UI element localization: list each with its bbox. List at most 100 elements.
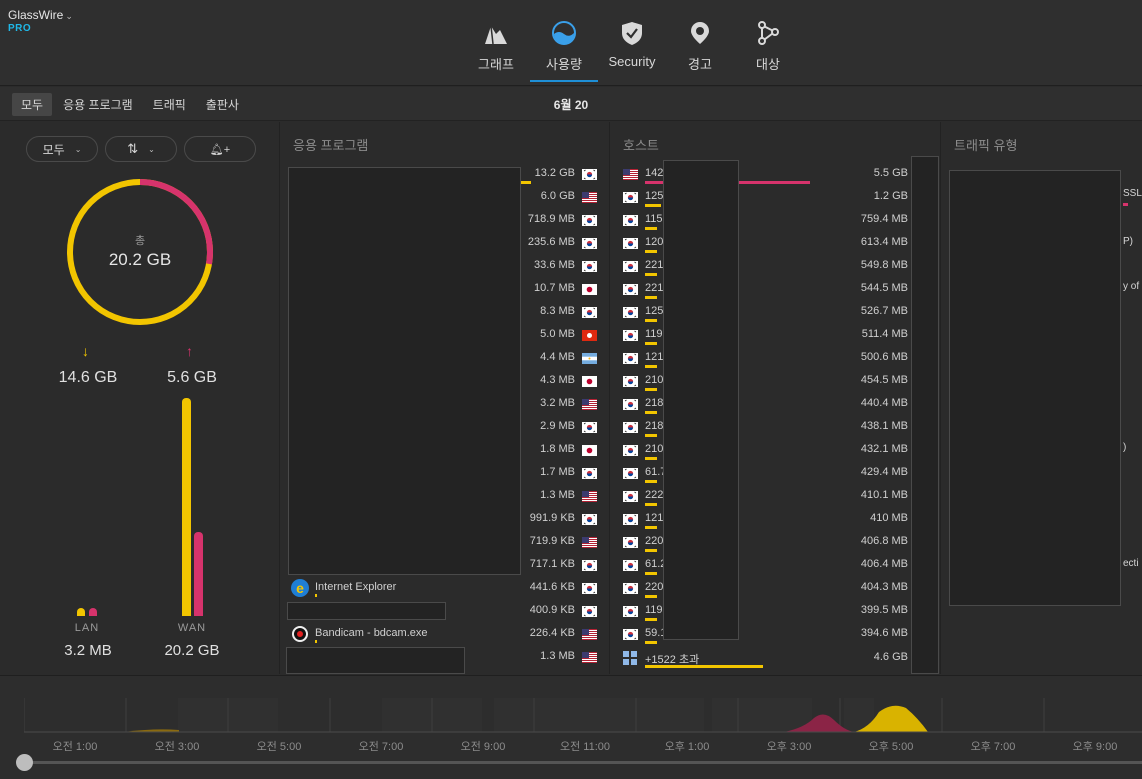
traffic-label-fragment: ecti [1123, 558, 1139, 569]
app-row[interactable]: 10.7 MB [511, 279, 601, 302]
host-address: 121 [645, 351, 664, 363]
app-row[interactable]: 2.9 MB [511, 417, 601, 440]
usage-bar [1123, 203, 1128, 206]
host-address: 119 [645, 328, 663, 340]
host-size: 759.4 MB [860, 213, 908, 225]
tab-graph[interactable]: 그래프 [462, 0, 530, 82]
timeline-tick-label: 오전 7:00 [358, 741, 404, 753]
app-row[interactable]: 4.3 MB [511, 371, 601, 394]
usage-bar [645, 319, 657, 322]
filter-publisher[interactable]: 출판사 [197, 93, 248, 116]
app-row-bandicam[interactable]: Bandicam - bdcam.exe [291, 625, 521, 648]
app-row[interactable]: 719.9 KB [511, 532, 601, 555]
more-hosts-size: 4.6 GB [873, 651, 908, 663]
usage-bar [645, 572, 657, 575]
app-row-internet-explorer[interactable]: e Internet Explorer [291, 579, 521, 602]
brand[interactable]: GlassWire ⌄ PRO [8, 8, 73, 34]
tab-usage[interactable]: 사용량 [530, 0, 598, 82]
app-row[interactable]: 3.2 MB [511, 394, 601, 417]
tab-alerts[interactable]: 경고 [666, 0, 734, 82]
app-size: 719.9 KB [529, 535, 575, 547]
app-size: 1.8 MB [540, 443, 575, 455]
app-row[interactable]: 8.3 MB [511, 302, 601, 325]
flag-us-icon [582, 192, 597, 203]
flag-kr-icon [582, 468, 597, 479]
pro-badge: PRO [8, 23, 32, 34]
usage-bar [645, 595, 657, 598]
usage-bar [645, 388, 657, 391]
app-size: 4.4 MB [540, 351, 575, 363]
host-size: 5.5 GB [873, 167, 908, 179]
app-row[interactable]: 718.9 MB [511, 210, 601, 233]
host-size: 410 MB [870, 512, 908, 524]
apps-panel: 응용 프로그램 13.2 GB 6.0 GB 718.9 MB 235.6 MB 33.… [281, 122, 610, 674]
filter-traffic[interactable]: 트래픽 [144, 93, 195, 116]
app-row[interactable]: 1.8 MB [511, 440, 601, 463]
filter-apps[interactable]: 응용 프로그램 [54, 93, 142, 116]
tab-label: 경고 [688, 57, 712, 72]
app-name: GlassWire [8, 8, 64, 22]
host-address: 121 [645, 512, 664, 524]
timeline-scrubber-track[interactable] [24, 761, 1142, 764]
host-size: 394.6 MB [860, 627, 908, 639]
usage-bar [645, 227, 657, 230]
host-size: 404.3 MB [860, 581, 908, 593]
up-down-arrows-icon: ⇅ [127, 141, 139, 156]
app-row[interactable]: 235.6 MB [511, 233, 601, 256]
host-size: 406.8 MB [860, 535, 908, 547]
app-row[interactable]: 441.6 KB [511, 578, 601, 601]
usage-bar [645, 296, 657, 299]
host-address: 210 [645, 374, 664, 386]
chevron-down-icon[interactable]: ⌄ [65, 11, 73, 21]
app-size: 718.9 MB [527, 213, 575, 225]
hosts-panel: 호스트 142 5.5 GB 125 1.2 GB 115 759.4 MB 120 613.… [611, 122, 941, 674]
usage-bar [645, 526, 657, 529]
wan-value: 20.2 GB [164, 642, 220, 659]
flag-us-icon [582, 537, 597, 548]
app-row[interactable]: 226.4 KB [511, 624, 601, 647]
tab-security[interactable]: Security [598, 0, 666, 82]
things-nodes-icon [758, 21, 779, 45]
flag-kr-icon [623, 215, 638, 226]
flag-kr-icon [623, 192, 638, 203]
apps-title: 응용 프로그램 [293, 138, 369, 153]
app-row[interactable]: 991.9 KB [511, 509, 601, 532]
app-size: 4.3 MB [540, 374, 575, 386]
flag-kr-icon [623, 422, 638, 433]
flag-kr-icon [582, 238, 597, 249]
flag-kr-icon [582, 514, 597, 525]
app-row[interactable]: 5.0 MB [511, 325, 601, 348]
app-row[interactable]: 1.3 MB [511, 486, 601, 509]
all-dropdown[interactable]: 모두 ⌄ [26, 136, 98, 162]
app-size: 6.0 GB [540, 190, 575, 202]
app-row[interactable]: 33.6 MB [511, 256, 601, 279]
app-size: 226.4 KB [529, 627, 575, 639]
redacted-app-list [288, 167, 521, 575]
internet-explorer-icon: e [291, 579, 309, 597]
app-size: 10.7 MB [534, 282, 575, 294]
timeline-tick-label: 오후 7:00 [970, 741, 1016, 753]
app-row[interactable]: 6.0 GB [511, 187, 601, 210]
filter-all[interactable]: 모두 [12, 93, 53, 116]
host-address: 218 [645, 397, 664, 409]
app-row[interactable]: 4.4 MB [511, 348, 601, 371]
app-row[interactable]: 400.9 KB [511, 601, 601, 624]
app-row[interactable]: 13.2 GB [511, 164, 601, 187]
app-row[interactable]: 717.1 KB [511, 555, 601, 578]
host-address: 125 [645, 305, 664, 317]
chevron-down-icon: ⌄ [148, 144, 155, 154]
tab-things[interactable]: 대상 [734, 0, 802, 82]
timeline-graph[interactable] [24, 698, 1142, 734]
flag-kr-icon [623, 261, 638, 272]
more-hosts-row[interactable]: +1522 초과 4.6 GB [623, 647, 908, 670]
flag-kr-icon [623, 468, 638, 479]
app-row[interactable]: 1.7 MB [511, 463, 601, 486]
host-address: 221 [645, 282, 664, 294]
direction-dropdown[interactable]: ⇅ ⌄ [105, 136, 177, 162]
flag-kr-icon [582, 307, 597, 318]
timeline-tick-label: 오전 11:00 [559, 741, 610, 753]
app-row[interactable]: 1.3 MB [511, 647, 601, 670]
alert-bell-button[interactable]: 🔔︎+ [184, 136, 256, 162]
usage-bar [645, 503, 657, 506]
timeline-scrubber-handle[interactable] [16, 754, 33, 771]
